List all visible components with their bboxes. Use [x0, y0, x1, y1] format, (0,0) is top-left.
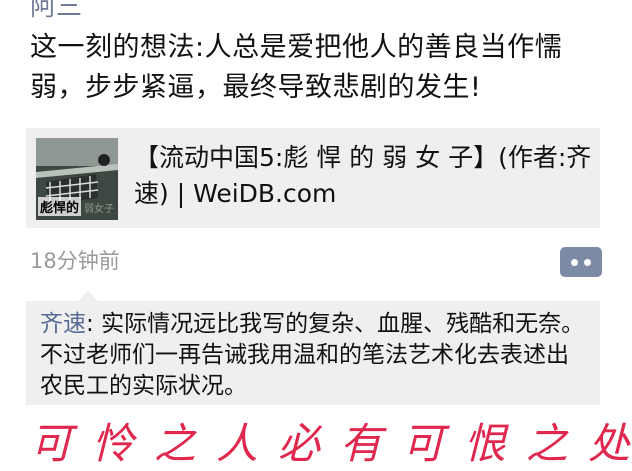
comment-separator: : [86, 311, 102, 337]
more-dots-icon[interactable] [560, 247, 602, 277]
commenter-name[interactable]: 齐速 [40, 311, 86, 337]
dot-icon [571, 258, 578, 266]
shared-link-card[interactable]: 彪悍的 弱女子 【流动中国5:彪 悍 的 弱 女 子】(作者:齐速) | Wei… [26, 128, 600, 228]
comment-section: 齐速: 实际情况远比我写的复杂、血腥、残酷和无奈。不过老师们一再告诫我用温和的笔… [26, 301, 600, 405]
thumbnail-caption: 彪悍的 [38, 197, 82, 216]
post-text: 这一刻的想法:人总是爱把他人的善良当作懦弱，步步紧逼，最终导致悲剧的发生! [30, 32, 563, 103]
post-timestamp: 18分钟前 [30, 249, 120, 273]
shared-link-title[interactable]: 【流动中国5:彪 悍 的 弱 女 子】(作者:齐速) | WeiDB.com [134, 140, 594, 212]
comment-item[interactable]: 齐速: 实际情况远比我写的复杂、血腥、残酷和无奈。不过老师们一再告诫我用温和的笔… [40, 309, 590, 402]
comment-body: 实际情况远比我写的复杂、血腥、残酷和无奈。不过老师们一再告诫我用温和的笔法艺术化… [40, 311, 585, 399]
comment-arrow [78, 291, 98, 301]
dot-icon [584, 258, 591, 266]
handwritten-annotation: 可怜之人必有可恨之处 [30, 419, 632, 468]
post-author-name[interactable]: 阿三 [30, 0, 82, 23]
thumbnail-caption-faint: 弱女子 [84, 204, 114, 215]
shared-link-thumbnail: 彪悍的 弱女子 [36, 138, 118, 220]
